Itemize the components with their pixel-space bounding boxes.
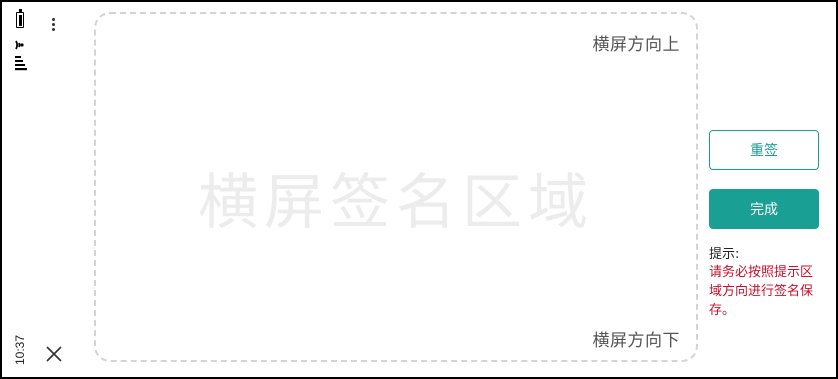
done-button[interactable]: 完成 — [709, 189, 819, 229]
status-bar: 10:37 — [2, 2, 40, 377]
screen: 10:37 横屏方向上 横屏签名区域 横屏方向下 重签 完成 提示: 请务必按照… — [2, 2, 836, 377]
signal-icon — [15, 56, 27, 71]
tip-label: 提示: — [709, 247, 740, 262]
tip-text: 请务必按照提示区域方向进行签名保存。 — [709, 265, 814, 318]
signature-watermark: 横屏签名区域 — [198, 168, 594, 238]
resign-button[interactable]: 重签 — [709, 130, 819, 170]
orientation-hint-bottom: 横屏方向下 — [592, 331, 680, 351]
battery-icon — [16, 9, 24, 28]
status-time: 10:37 — [13, 334, 27, 366]
close-icon[interactable] — [42, 342, 66, 366]
signature-canvas[interactable]: 横屏方向上 横屏签名区域 横屏方向下 — [94, 12, 698, 362]
orientation-hint-top: 横屏方向上 — [592, 35, 680, 55]
more-vert-icon[interactable] — [46, 16, 60, 38]
wifi-icon — [15, 40, 24, 50]
